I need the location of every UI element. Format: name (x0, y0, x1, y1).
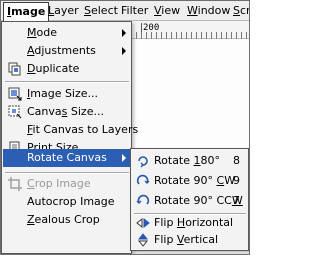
menu-view[interactable]: View (151, 3, 183, 19)
label-prefix: Rotate 90° (154, 174, 217, 187)
rotate-180-icon (136, 154, 150, 168)
label-text: orizontal (185, 216, 234, 229)
shortcut-key: 8 (233, 154, 240, 167)
mnemonic: V (176, 233, 184, 246)
label-text: 80° (200, 154, 221, 167)
menu-item-adjustments[interactable]: Adjustments (3, 42, 131, 60)
label-text: ealous Crop (34, 213, 100, 226)
submenu-item-label: Flip Vertical (154, 230, 218, 250)
canvas-size-icon (8, 105, 22, 119)
menu-item-label: Mode (27, 24, 57, 42)
menu-item-fit-canvas[interactable]: Fit Canvas to Layers (3, 121, 138, 139)
label-prefix: Rotate 90° CC (154, 194, 232, 207)
menu-item-image-size[interactable]: Image Size... (3, 85, 131, 103)
menu-item-label: Crop Image (27, 175, 91, 193)
label-text: djustments (34, 44, 96, 57)
mnemonic: Z (27, 213, 35, 226)
menu-item-duplicate[interactable]: Duplicate (3, 60, 131, 78)
menu-select-mnemonic: S (84, 4, 91, 17)
menu-item-autocrop[interactable]: Autocrop Image (3, 193, 131, 211)
submenu-arrow-icon (122, 154, 126, 162)
menu-script[interactable]: Scr (230, 3, 250, 19)
menu-image[interactable]: Image (3, 2, 50, 21)
crop-icon (8, 177, 22, 191)
menu-layer[interactable]: Layer (45, 3, 82, 19)
menu-window[interactable]: Window (184, 3, 233, 19)
menu-item-crop-image[interactable]: Crop Image (3, 175, 131, 193)
menu-filter[interactable]: Filter (118, 3, 151, 19)
submenu-arrow-icon (122, 29, 126, 37)
menu-image-label: mage (11, 5, 46, 18)
submenu-item-flip-vertical[interactable]: Flip Vertical (132, 230, 248, 250)
shortcut-key: 7 (233, 194, 240, 207)
menu-view-label: iew (161, 4, 181, 17)
duplicate-icon (8, 62, 22, 76)
label-text: rop Image (34, 177, 91, 190)
label-prefix: Canva (27, 105, 62, 118)
mnemonic: H (176, 216, 186, 229)
submenu-item-rotate-180[interactable]: Rotate 180° 8 (132, 151, 248, 171)
flip-vertical-icon (136, 233, 150, 247)
label-prefix: Flip (154, 233, 177, 246)
menu-filter-label: Filter (121, 4, 149, 17)
menu-layer-label: ayer (54, 4, 79, 17)
label-text: mage Size... (30, 87, 99, 100)
menu-item-label: Rotate Canvas (27, 151, 107, 164)
menu-select[interactable]: Select (81, 3, 121, 19)
shortcut-key: 9 (233, 174, 240, 187)
mnemonic: M (27, 26, 37, 39)
menu-item-label: Zealous Crop (27, 211, 100, 229)
menu-script-mnemonic: S (233, 4, 240, 17)
submenu-item-label: Rotate 90° CW (154, 171, 235, 191)
image-menu: Mode Adjustments Duplicate Image Size...… (1, 21, 138, 254)
menu-item-label: Autocrop Image (27, 195, 115, 208)
menu-item-canvas-size[interactable]: Canvas Size... (3, 103, 131, 121)
menu-window-mnemonic: W (187, 4, 198, 17)
menu-item-mode[interactable]: Mode (3, 24, 131, 42)
menu-item-label: Image Size... (27, 85, 98, 103)
menu-separator (5, 172, 129, 174)
menu-script-label: cr (239, 4, 250, 17)
submenu-item-rotate-90-ccw[interactable]: Rotate 90° CCW 7 (132, 191, 248, 211)
menu-item-rotate-canvas[interactable]: Rotate Canvas (3, 149, 131, 167)
menu-item-zealous-crop[interactable]: Zealous Crop (3, 211, 131, 229)
menu-window-label: indow (197, 4, 231, 17)
menu-item-label: Adjustments (27, 42, 96, 60)
submenu-item-rotate-90-cw[interactable]: Rotate 90° CW 9 (132, 171, 248, 191)
rotate-counterclockwise-icon (136, 194, 150, 208)
label-text: uplicate (35, 62, 80, 75)
submenu-item-label: Rotate 180° (154, 151, 220, 171)
submenu-arrow-icon (122, 47, 126, 55)
menu-item-label: Fit Canvas to Layers (27, 121, 138, 139)
menu-bar: Image Layer Select Filter View Window Sc… (1, 1, 250, 21)
image-size-icon (8, 87, 22, 101)
mnemonic: 1 (193, 154, 201, 167)
flip-horizontal-icon (136, 216, 150, 230)
menu-select-label: elect (90, 4, 118, 17)
mnemonic: C (27, 177, 35, 190)
label-text: ertical (183, 233, 219, 246)
label-text: it Canvas to Layers (32, 123, 139, 136)
rotate-clockwise-icon (136, 174, 150, 188)
rotate-canvas-submenu: Rotate 180° 8 Rotate 90° CW 9 Rotate 90°… (130, 148, 249, 251)
label-prefix: Rotate (154, 154, 194, 167)
menu-item-label: Duplicate (27, 60, 79, 78)
label-prefix: Flip (154, 216, 177, 229)
menu-separator (5, 81, 129, 83)
menu-item-label: Canvas Size... (27, 103, 104, 121)
horizontal-ruler: 200 (131, 21, 249, 39)
app-window: 200 Image Layer Select Filter View Windo… (0, 0, 250, 255)
label-text: Size... (67, 105, 104, 118)
submenu-item-label: Rotate 90° CCW (154, 191, 243, 211)
label-text: ode (36, 26, 57, 39)
ruler-ticks (131, 32, 249, 39)
